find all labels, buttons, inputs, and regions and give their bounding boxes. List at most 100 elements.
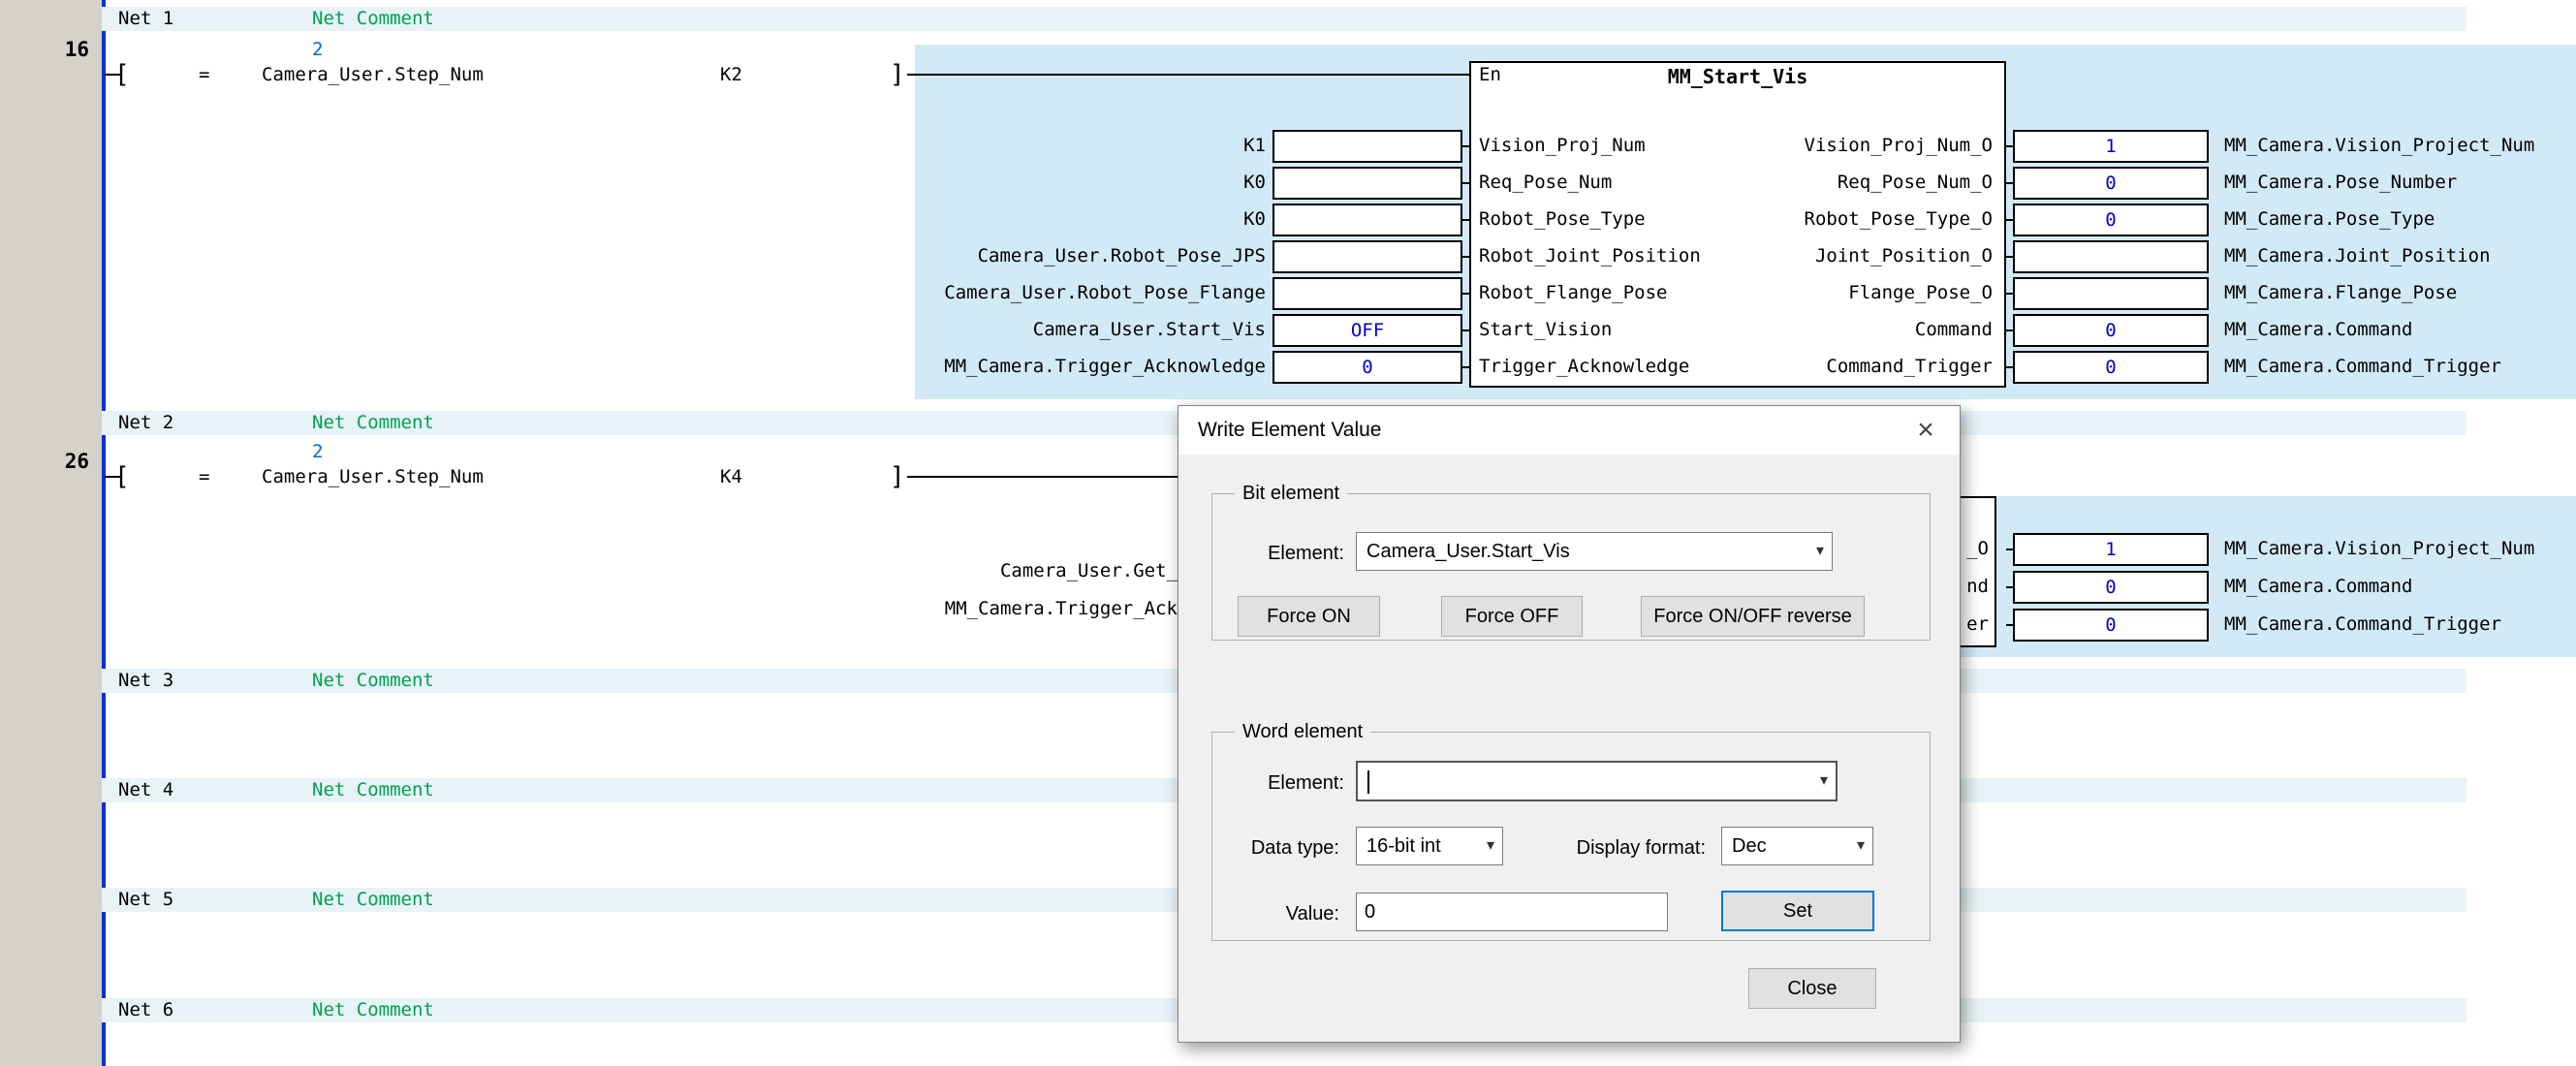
fb-output-value-box[interactable]: 1 <box>2013 130 2209 163</box>
fb-output-value: 1 <box>2015 132 2207 161</box>
value-input[interactable]: 0 <box>1356 893 1668 931</box>
net-comment: Net Comment <box>312 411 434 435</box>
word-element-combobox[interactable]: ▾ <box>1356 761 1838 801</box>
fb-input-operand[interactable]: Camera_User.Start_Vis <box>1033 317 1266 343</box>
text-cursor <box>1367 770 1369 794</box>
fb-output-operand[interactable]: MM_Camera.Command_Trigger <box>2224 611 2501 638</box>
rung-number: 26 <box>27 449 89 474</box>
bit-element-group-label: Bit element <box>1235 482 1347 505</box>
pin-wire <box>1462 145 1469 147</box>
force-on-off-reverse-label: Force ON/OFF reverse <box>1642 597 1864 636</box>
bit-element-combobox[interactable]: Camera_User.Start_Vis ▾ <box>1356 532 1833 571</box>
fb-output-pin-fragment: nd <box>1966 574 1989 600</box>
fb-output-value-box[interactable]: 0 <box>2013 314 2209 347</box>
fb-output-operand[interactable]: MM_Camera.Command <box>2224 317 2412 343</box>
display-format-combobox[interactable]: Dec ▾ <box>1721 827 1873 865</box>
contact-close-bracket: ] <box>890 462 905 491</box>
force-on-button[interactable]: Force ON <box>1238 596 1380 637</box>
fb-output-pin-fragment: _O <box>1966 536 1989 562</box>
fb-input-value-box[interactable] <box>1272 240 1462 273</box>
monitor-value-hint: 2 <box>312 440 323 463</box>
contact-close-bracket: ] <box>890 60 905 89</box>
compare-constant[interactable]: K2 <box>720 62 742 88</box>
fb-input-operand[interactable]: MM_Camera.Trigger_Acknowledge <box>944 354 1266 380</box>
dialog-titlebar[interactable]: Write Element Value × <box>1178 406 1960 455</box>
net-comment: Net Comment <box>312 778 434 802</box>
fb-input-value-box[interactable]: 0 <box>1272 351 1462 384</box>
fb-output-value: 1 <box>2015 535 2207 564</box>
fb-output-value <box>2015 242 2207 271</box>
value-label: Value: <box>1212 902 1339 925</box>
fb-output-pin: Joint_Position_O <box>1815 243 1993 269</box>
fb-input-operand[interactable]: Camera_User.Robot_Pose_JPS <box>978 243 1266 269</box>
fb-input-operand[interactable]: K0 <box>1243 206 1266 233</box>
force-on-label: Force ON <box>1239 597 1379 636</box>
fb-output-operand[interactable]: MM_Camera.Pose_Number <box>2224 170 2457 196</box>
ladder-editor: 16 26 Net 1 Net Comment Net 2 Net Commen… <box>0 0 2576 1066</box>
contact-open-bracket: [ <box>114 462 130 491</box>
net-header-1[interactable]: Net 1 Net Comment <box>102 7 2466 31</box>
fb-output-value-box[interactable]: 1 <box>2013 533 2209 566</box>
fb-input-operand[interactable]: K0 <box>1243 170 1266 196</box>
fb-input-operand[interactable]: Camera_User.Robot_Pose_Flange <box>944 280 1266 306</box>
fb-input-pin: Vision_Proj_Num <box>1479 133 1646 159</box>
fb-output-value: 0 <box>2015 169 2207 198</box>
set-button[interactable]: Set <box>1721 891 1874 931</box>
pin-wire <box>1462 329 1469 331</box>
chevron-down-icon[interactable]: ▾ <box>1820 769 1828 793</box>
fb-output-pin: Command <box>1915 317 1993 343</box>
fb-output-value: 0 <box>2015 611 2207 640</box>
net-name: Net 2 <box>118 411 173 435</box>
fb-output-value-box[interactable]: 0 <box>2013 609 2209 642</box>
fb-input-value-box[interactable] <box>1272 167 1462 200</box>
fb-output-value-box[interactable]: 0 <box>2013 167 2209 200</box>
contact-operand[interactable]: Camera_User.Step_Num <box>262 62 484 88</box>
fb-input-value-box[interactable] <box>1272 277 1462 310</box>
fb-output-operand[interactable]: MM_Camera.Vision_Project_Num <box>2224 536 2534 562</box>
data-type-combobox[interactable]: 16-bit int ▾ <box>1356 827 1503 865</box>
fb-input-value <box>1274 242 1461 271</box>
compare-constant[interactable]: K4 <box>720 464 742 490</box>
fb-output-operand[interactable]: MM_Camera.Command_Trigger <box>2224 354 2501 380</box>
fb-output-operand[interactable]: MM_Camera.Command <box>2224 574 2412 600</box>
chevron-down-icon[interactable]: ▾ <box>1857 834 1865 858</box>
close-button[interactable]: Close <box>1748 968 1876 1009</box>
fb-input-value-box[interactable]: OFF <box>1272 314 1462 347</box>
bit-element-label: Element: <box>1217 542 1344 565</box>
contact-open-bracket: [ <box>114 60 130 89</box>
force-on-off-reverse-button[interactable]: Force ON/OFF reverse <box>1641 596 1865 637</box>
set-label: Set <box>1723 893 1872 929</box>
fb-input-operand-fragment: MM_Camera.Trigger_Ack <box>945 596 1178 622</box>
fb-output-value: 0 <box>2015 205 2207 235</box>
fb-input-value <box>1274 279 1461 308</box>
pin-wire <box>1462 293 1469 295</box>
fb-output-operand[interactable]: MM_Camera.Joint_Position <box>2224 243 2491 269</box>
close-label: Close <box>1749 969 1875 1008</box>
fb-output-operand[interactable]: MM_Camera.Vision_Project_Num <box>2224 133 2534 159</box>
fb-output-operand[interactable]: MM_Camera.Pose_Type <box>2224 206 2435 233</box>
fb-output-value-box[interactable]: 0 <box>2013 571 2209 604</box>
chevron-down-icon[interactable]: ▾ <box>1487 834 1494 858</box>
fb-output-pin: Command_Trigger <box>1826 354 1993 380</box>
fb-input-operand[interactable]: K1 <box>1243 133 1266 159</box>
contact-operand[interactable]: Camera_User.Step_Num <box>262 464 484 490</box>
rung-number: 16 <box>27 37 89 62</box>
chevron-down-icon[interactable]: ▾ <box>1816 540 1824 563</box>
net-name: Net 5 <box>118 888 173 912</box>
monitor-value-hint: 2 <box>312 38 323 61</box>
fb-input-value-box[interactable] <box>1272 130 1462 163</box>
close-icon[interactable]: × <box>1905 412 1946 449</box>
fb-input-pin: Start_Vision <box>1479 317 1612 343</box>
fb-output-value: 0 <box>2015 353 2207 382</box>
fb-output-operand[interactable]: MM_Camera.Flange_Pose <box>2224 280 2457 306</box>
fb-output-value-box[interactable]: 0 <box>2013 351 2209 384</box>
fb-output-value-box[interactable]: 0 <box>2013 204 2209 236</box>
fb-output-value-box[interactable] <box>2013 277 2209 310</box>
fb-input-value-box[interactable] <box>1272 204 1462 236</box>
fb-output-pin: Flange_Pose_O <box>1848 280 1993 306</box>
force-off-button[interactable]: Force OFF <box>1441 596 1583 637</box>
data-type-value: 16-bit int <box>1367 828 1441 864</box>
fb-input-value: 0 <box>1274 353 1461 382</box>
fb-output-value-box[interactable] <box>2013 240 2209 273</box>
display-format-label: Display format: <box>1533 836 1706 860</box>
